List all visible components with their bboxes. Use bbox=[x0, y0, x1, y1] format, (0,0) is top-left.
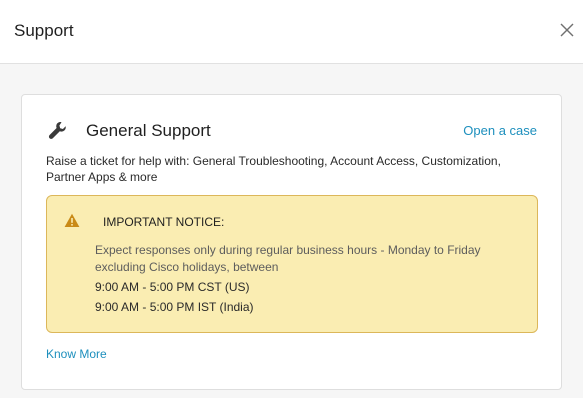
card-description: Raise a ticket for help with: General Tr… bbox=[46, 154, 501, 184]
notice-body: Expect responses only during regular bus… bbox=[95, 243, 481, 274]
important-notice-box: IMPORTANT NOTICE: Expect responses only … bbox=[46, 195, 538, 333]
support-modal: Support General Support Open a case Rais… bbox=[0, 0, 583, 398]
close-icon[interactable] bbox=[560, 23, 574, 37]
modal-title: Support bbox=[14, 21, 74, 40]
modal-header: Support bbox=[0, 0, 583, 64]
wrench-icon bbox=[47, 120, 69, 142]
open-case-link[interactable]: Open a case bbox=[463, 123, 537, 139]
card-title: General Support bbox=[86, 121, 211, 140]
hours-india: 9:00 AM - 5:00 PM IST (India) bbox=[95, 300, 254, 314]
hours-us: 9:00 AM - 5:00 PM CST (US) bbox=[95, 280, 250, 294]
notice-title: IMPORTANT NOTICE: bbox=[103, 215, 225, 229]
general-support-card: General Support Open a case Raise a tick… bbox=[21, 94, 562, 390]
know-more-link[interactable]: Know More bbox=[46, 347, 107, 361]
warning-icon bbox=[64, 213, 80, 228]
